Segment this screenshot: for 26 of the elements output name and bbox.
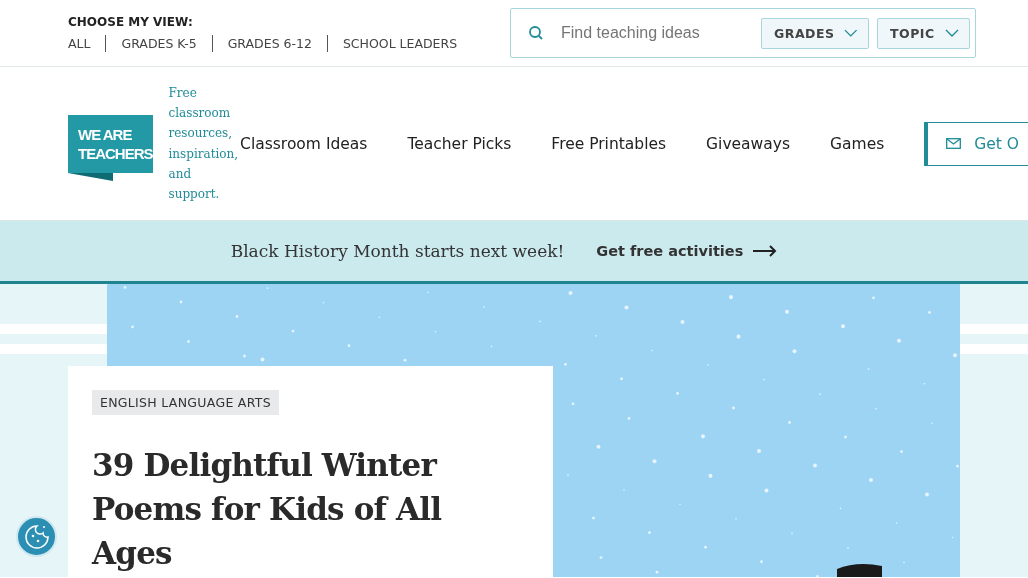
nav-link[interactable]: Classroom Ideas (240, 134, 368, 153)
view-link[interactable]: GRADES 6-12 (227, 35, 312, 51)
banner-text: Black History Month starts next week! (230, 241, 565, 261)
nav-link[interactable]: Giveaways (706, 134, 791, 153)
article-title: 39 Delightful Winter Poems for Kids of All Ages (92, 446, 443, 573)
arrow-right-icon (753, 245, 778, 257)
nav-link[interactable]: Games (830, 134, 885, 153)
search-field[interactable]: Find teaching ideas (559, 23, 753, 43)
banner-link[interactable]: Get free activities (596, 243, 778, 259)
nav-link[interactable]: Free Printables (551, 134, 667, 153)
newsletter-button[interactable]: Get O (924, 121, 1028, 166)
chevron-down-icon (944, 29, 959, 37)
nav-link[interactable]: Teacher Picks (407, 134, 512, 153)
cookie-settings-button[interactable] (16, 516, 57, 557)
search-icon (528, 25, 544, 41)
view-link[interactable]: ALL (68, 35, 91, 51)
envelope-icon (946, 138, 962, 149)
filter-dropdown[interactable]: TOPIC (877, 17, 970, 49)
category-tag[interactable]: ENGLISH LANGUAGE ARTS (92, 390, 279, 415)
view-link[interactable]: GRADES K-5 (121, 35, 197, 51)
cookie-icon (23, 523, 50, 550)
chevron-down-icon (844, 29, 858, 37)
filter-dropdown[interactable]: GRADES (761, 17, 869, 49)
view-link[interactable]: SCHOOL LEADERS (342, 35, 458, 51)
view-label: CHOOSE MY VIEW: (68, 14, 194, 29)
tagline: Free classroom resources, inspiration, and support. (168, 84, 239, 204)
